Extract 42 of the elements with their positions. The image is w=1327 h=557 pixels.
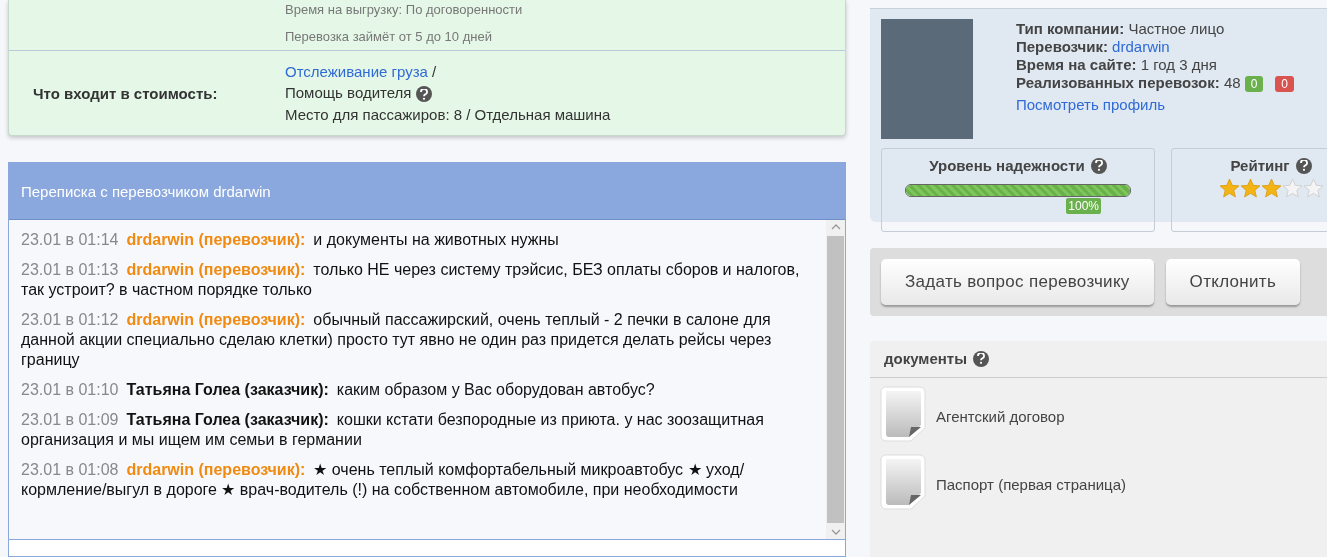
field-label: Тип компании: [1016,20,1125,37]
card-title: Рейтинг [1230,157,1290,174]
section-title: документы [884,350,967,367]
separator-text: / [431,63,437,80]
help-icon[interactable] [973,350,989,367]
positive-count-badge: 0 [1244,76,1264,93]
detail-text: Время на выгрузку: По договоренности [285,2,524,17]
star-filled-icon [1260,178,1282,199]
chat-message: 23.01 в 01:12 drdarwin (перевозчик): обычный пассажирский, очень теплый - 2 печки в салоне для данной акции специально сделаю клетки) просто тут явно не один раз придется делать рейсы через границу [21,310,773,371]
profile-link[interactable]: Посмотреть профиль [1016,96,1294,115]
negative-count-badge: 0 [1275,76,1294,93]
detail-text: Перевозка займёт от 5 до 10 дней [285,29,493,44]
star-filled-icon [1218,178,1240,199]
document-name: Агентский договор [936,407,1065,425]
chat-message: 23.01 в 01:09 Татьяна Голеа (заказчик): кошки кстати безпородные из приюта. у нас зоозащитная организация и мы ищем им семьи в германии [21,410,765,451]
help-icon[interactable] [1295,157,1312,174]
field-value: 48 [1223,74,1241,91]
help-icon[interactable] [1090,157,1107,174]
chat-message: 23.01 в 01:08 drdarwin (перевозчик): ★ очень теплый комфортабельный микроавтобус ★ уход/кормление/выгул в дороге ★ врач-водитель (!) на собственном автомобиле, при необходимости [21,460,746,501]
field-label: Время на сайте: [1016,56,1137,73]
field-value: Частное лицо [1128,20,1225,37]
chat-message: 23.01 в 01:14 drdarwin (перевозчик): и документы на животных нужны [21,230,560,251]
field-label: Что входит в стоимость: [33,84,219,102]
scrollbar[interactable] [826,220,845,539]
help-icon[interactable] [415,86,432,103]
card-title: Уровень надежности [929,157,1085,174]
field-label: Реализованных перевозок: [1016,74,1220,91]
chat-message: 23.01 в 01:10 Татьяна Голеа (заказчик): каким образом у Вас оборудован автобус? [21,380,656,401]
action-button[interactable]: Отклонить [1165,259,1301,305]
percent-badge: 100% [1066,198,1101,214]
field-value: 1 год 3 дня [1140,56,1217,73]
document-name: Паспорт (первая страница) [936,475,1127,493]
star-filled-icon [1239,178,1261,199]
action-button[interactable]: Задать вопрос перевозчику [881,259,1154,305]
field-label: Перевозчик: [1016,38,1108,55]
tracking-link[interactable]: Отслеживание груза [285,63,428,80]
carrier-link[interactable]: drdarwin [1112,38,1170,55]
chat-title: Переписка с перевозчиком drdarwin [9,163,845,220]
chat-message: 23.01 в 01:13 drdarwin (перевозчик): только НЕ через систему трэйсис, БЕЗ оплаты сборов и налогов, так устроит? в частном порядке только [21,260,801,301]
service-text: Помощь водителя [285,84,413,101]
service-text: Место для пассажиров: 8 / Отдельная машина [285,106,611,124]
message-field[interactable] [9,539,845,556]
